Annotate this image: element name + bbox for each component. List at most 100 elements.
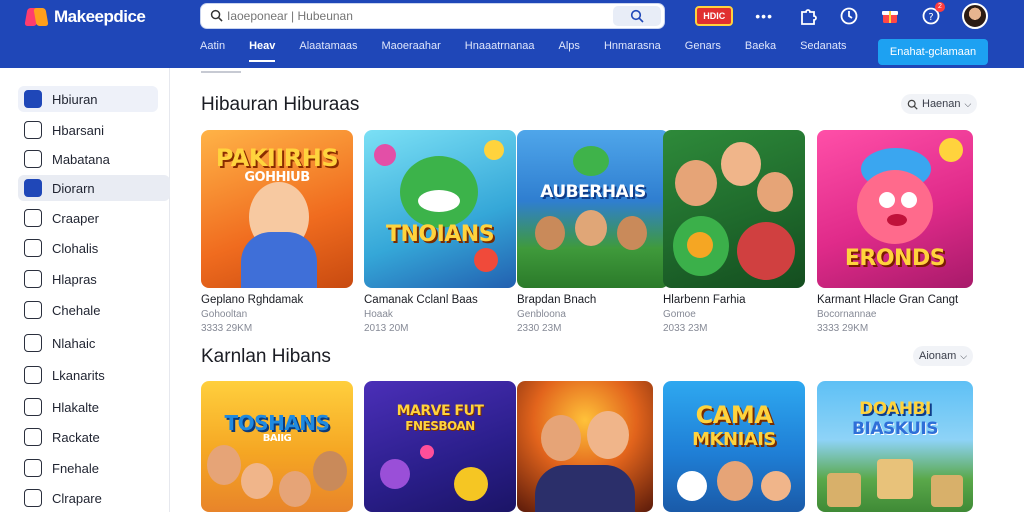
search-icon	[630, 9, 644, 23]
flag-icon	[24, 270, 42, 288]
game-card[interactable]	[663, 130, 805, 288]
calendar-icon	[24, 239, 42, 257]
game-card[interactable]: DOAHBI BIASKUIS	[817, 381, 973, 512]
sidebar-item-label: Rackate	[52, 429, 100, 445]
sidebar-item-1[interactable]: Hbarsani	[18, 117, 158, 143]
game-card[interactable]: TNOIANS	[364, 130, 516, 288]
sidebar-item-label: Clrapare	[52, 490, 102, 506]
cta-button[interactable]: Enahat-gclamaan	[878, 39, 988, 65]
game-thumbnail: ERONDS	[817, 130, 973, 288]
card-title[interactable]: Karmant Hlacle Gran Cangt	[817, 294, 969, 306]
thumbnail-title: CAMA	[695, 401, 773, 429]
thumbnail-title: PAKIIRHS	[215, 144, 339, 172]
sidebar-item-11[interactable]: Rackate	[18, 424, 158, 450]
gauge-icon	[24, 428, 42, 446]
tab-8[interactable]: Baeka	[745, 40, 776, 62]
card-title[interactable]: Geplano Rghdamak	[201, 294, 353, 306]
app-logo[interactable]: Makeepdice	[26, 6, 146, 28]
svg-text:?: ?	[928, 12, 933, 23]
clock-icon[interactable]	[839, 6, 859, 26]
sidebar-item-12[interactable]: Fnehale	[18, 455, 158, 481]
sidebar-item-7[interactable]: Chehale	[18, 297, 158, 323]
sidebar-item-6[interactable]: Hlapras	[18, 266, 158, 292]
scroll-indicator	[201, 71, 241, 73]
card-title[interactable]: Hlarbenn Farhia	[663, 294, 815, 306]
sidebar-item-label: Diorarn	[52, 180, 95, 196]
sidebar-item-label: Clohalis	[52, 240, 99, 256]
tab-9[interactable]: Sedanats	[800, 40, 846, 62]
game-thumbnail	[517, 381, 653, 512]
more-icon[interactable]: •••	[755, 8, 773, 24]
card-meta: Hlarbenn Farhia Gomoe 2033 23M	[663, 294, 815, 334]
sort-dropdown[interactable]: Haenan ⌵	[901, 94, 978, 114]
game-card[interactable]: TOSHANS BAIIG	[201, 381, 353, 512]
tab-0[interactable]: Aatin	[200, 40, 225, 62]
card-size: 2033 23M	[663, 323, 708, 334]
card-category: Gohooltan	[201, 309, 248, 320]
card-category: Hoaak	[364, 309, 393, 320]
logo-text: Makeepdice	[54, 7, 146, 26]
thumbnail-subtitle: MKNIAIS	[692, 429, 776, 450]
game-card[interactable]: MARVE FUT FNESBOAN	[364, 381, 516, 512]
card-title[interactable]: Brapdan Bnach	[517, 294, 669, 306]
game-card[interactable]: ERONDS	[817, 130, 973, 288]
sidebar-item-label: Nlahaic	[52, 335, 96, 351]
tab-2[interactable]: Alaatamaas	[299, 40, 357, 62]
search-input[interactable]	[227, 7, 607, 25]
sidebar-item-0[interactable]: Hbiuran	[18, 86, 158, 112]
card-meta: Geplano Rghdamak Gohooltan 3333 29KM	[201, 294, 353, 334]
tab-6[interactable]: Hnmarasna	[604, 40, 661, 62]
card-meta: Karmant Hlacle Gran Cangt Bocornannae 33…	[817, 294, 969, 334]
game-thumbnail: PAKIIRHS GOHHIUB	[201, 130, 353, 288]
sidebar-item-9[interactable]: Lkanarits	[18, 362, 158, 388]
game-thumbnail: TOSHANS BAIIG	[201, 381, 353, 512]
game-card[interactable]: PAKIIRHS GOHHIUB	[201, 130, 353, 288]
sort-dropdown[interactable]: Aionam ⌵	[913, 346, 974, 366]
game-card[interactable]: CAMA MKNIAIS	[663, 381, 805, 512]
card-size: 3333 29KM	[817, 323, 869, 334]
search-bar[interactable]	[200, 3, 665, 29]
sidebar-item-label: Lkanarits	[52, 367, 105, 383]
sidebar-item-label: Hlapras	[52, 271, 97, 287]
chevron-down-icon: ⌵	[960, 350, 968, 361]
sidebar-item-label: Hlakalte	[52, 399, 99, 415]
sidebar-item-2[interactable]: Mabatana	[18, 146, 158, 172]
sort-label: Aionam	[919, 350, 957, 362]
section-title: Karnlan Hibans	[201, 346, 331, 367]
thumbnail-title: DOAHBI	[859, 399, 931, 419]
sidebar-item-5[interactable]: Clohalis	[18, 235, 158, 261]
sidebar-item-label: Hbarsani	[52, 122, 105, 138]
game-card[interactable]: AUBERHAIS	[517, 130, 669, 288]
puzzle-icon[interactable]	[798, 6, 818, 26]
card-category: Gomoe	[663, 309, 696, 320]
gift-icon[interactable]	[880, 6, 900, 26]
search-button[interactable]	[613, 6, 661, 26]
card-title[interactable]: Camanak Cclanl Baas	[364, 294, 516, 306]
game-thumbnail: DOAHBI BIASKUIS	[817, 381, 973, 512]
sidebar-item-10[interactable]: Hlakalte	[18, 394, 158, 420]
card-meta: Camanak Cclanl Baas Hoaak 2013 20M	[364, 294, 516, 334]
trend-icon	[24, 121, 42, 139]
thumbnail-title: TOSHANS	[224, 411, 330, 435]
card-size: 2013 20M	[364, 323, 409, 334]
sidebar: Hbiuran Hbarsani Mabatana Diorarn Craape…	[0, 68, 170, 512]
tab-7[interactable]: Genars	[685, 40, 721, 62]
home-icon	[24, 90, 42, 108]
sidebar-item-8[interactable]: Nlahaic	[18, 330, 158, 356]
sidebar-item-4[interactable]: Craaper	[18, 205, 158, 231]
thumbnail-subtitle: BIASKUIS	[852, 419, 938, 439]
bell-icon	[24, 366, 42, 384]
tab-3[interactable]: Maoeraahar	[381, 40, 440, 62]
card-category: Genbloona	[517, 309, 566, 320]
sidebar-item-13[interactable]: Clrapare	[18, 485, 158, 511]
game-card[interactable]	[517, 381, 653, 512]
avatar[interactable]	[962, 3, 988, 29]
brand-badge[interactable]: HDIC	[695, 6, 734, 26]
nav-tabs: Aatin Heav Alaatamaas Maoeraahar Hnaaatr…	[188, 40, 859, 62]
tab-4[interactable]: Hnaaatrnanaa	[465, 40, 535, 62]
tab-5[interactable]: Alps	[559, 40, 580, 62]
sidebar-item-label: Chehale	[52, 302, 101, 318]
help-icon[interactable]: ? 2	[921, 2, 945, 26]
sidebar-item-3[interactable]: Diorarn	[18, 175, 170, 201]
tab-1[interactable]: Heav	[249, 40, 276, 62]
